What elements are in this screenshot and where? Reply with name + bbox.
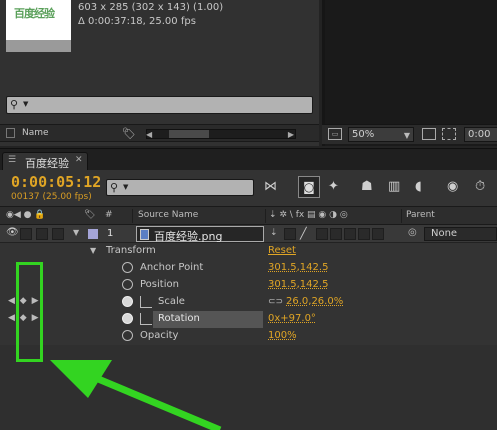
viewer-current-time[interactable]: 0:00 [464, 127, 497, 142]
switches-header[interactable]: ⇣ ✲ \ fx ▤ ◉ ◑ ◎ [269, 210, 348, 220]
frame-count: 00137 (25.00 fps) [11, 192, 92, 202]
property-row-scale[interactable]: ◀ ◆ ▶ Scale ⊂⊃ 26.0,26.0% [0, 294, 497, 311]
scroll-left-icon[interactable]: ◀ [146, 130, 152, 139]
graph-editor-icon[interactable]: ◉ [447, 179, 458, 195]
property-label: Position [140, 279, 179, 290]
layer-number-header[interactable]: # [105, 210, 113, 220]
stopwatch-icon[interactable] [122, 262, 133, 273]
audio-toggle[interactable] [20, 228, 32, 240]
solo-toggle[interactable] [36, 228, 48, 240]
graph-icon[interactable] [140, 313, 152, 325]
frame-blend-switch[interactable] [330, 228, 342, 240]
stopwatch-icon[interactable]: ⏱ [475, 179, 485, 195]
column-divider [401, 209, 402, 223]
source-name-header[interactable]: Source Name [138, 210, 198, 220]
chevron-down-icon: ▼ [403, 131, 410, 140]
project-column-header: Name 🏷 ◀ ▶ [0, 124, 319, 142]
search-icon: ⚲ [110, 181, 119, 194]
layer-row[interactable]: 👁 ▼ 1 百度经验.png ⇣ ╱ ◎ None [0, 225, 497, 243]
shy-layers-icon[interactable]: ☗ [361, 179, 373, 195]
label-column-icon[interactable]: 🏷 [84, 210, 95, 220]
column-toggle-icon[interactable] [6, 128, 15, 138]
property-row-position[interactable]: Position 301.5,142.5 [0, 277, 497, 294]
stopwatch-icon[interactable] [122, 296, 133, 307]
property-value[interactable]: 26.0,26.0% [286, 296, 343, 307]
timeline-tab-bar: ☰ 百度经验 ✕ [0, 148, 497, 171]
layer-column-header: ◉◀ ● 🔒 🏷 # Source Name ⇣ ✲ \ fx ▤ ◉ ◑ ◎ … [0, 206, 497, 225]
constrain-proportions-icon[interactable]: ⊂⊃ [268, 297, 283, 307]
pick-whip-icon[interactable]: ◎ [408, 227, 417, 238]
panel-menu-icon[interactable]: ☰ [8, 155, 16, 165]
transform-label: Transform [106, 245, 156, 256]
expand-triangle-icon[interactable]: ▼ [90, 246, 96, 255]
project-horizontal-scrollbar[interactable]: ◀ ▶ [146, 129, 296, 139]
scroll-right-icon[interactable]: ▶ [288, 130, 294, 139]
expand-triangle-icon[interactable]: ▼ [73, 228, 79, 237]
property-label: Rotation [158, 313, 200, 324]
graph-icon[interactable] [140, 296, 152, 308]
frame-blending-icon[interactable]: ▥ [388, 179, 400, 195]
motion-blur-icon[interactable]: ◖ [415, 179, 422, 195]
motion-blur-switch[interactable] [344, 228, 356, 240]
property-row-rotation[interactable]: ◀ ◆ ▶ Rotation 0x+97.0° [0, 311, 497, 328]
chevron-down-icon: ▼ [23, 100, 29, 108]
property-value[interactable]: 301.5,142.5 [268, 262, 328, 273]
chevron-down-icon: ▼ [123, 183, 129, 191]
viewer-toolbar: ▭ 50% ▼ 0:00 [322, 124, 497, 144]
composition-flowchart-button[interactable]: ◙ [298, 176, 320, 198]
property-value[interactable]: 0x+97.0° [268, 313, 316, 324]
close-icon[interactable]: ✕ [75, 155, 83, 165]
parent-header[interactable]: Parent [406, 210, 435, 220]
3d-layer-switch[interactable] [372, 228, 384, 240]
property-value[interactable]: 301.5,142.5 [268, 279, 328, 290]
title-safe-icon[interactable] [422, 128, 436, 140]
layer-name-field[interactable]: 百度经验.png [136, 226, 264, 243]
column-divider [265, 209, 266, 223]
parent-value: None [431, 228, 458, 239]
zoom-value: 50% [352, 129, 375, 140]
transform-group-row[interactable]: ▼ Transform Reset [0, 243, 497, 260]
property-label: Anchor Point [140, 262, 204, 273]
timeline-search-input[interactable]: ⚲ ▼ [106, 179, 254, 196]
annotation-arrow [50, 360, 222, 430]
scroll-thumb[interactable] [169, 130, 209, 138]
property-row-anchor-point[interactable]: Anchor Point 301.5,142.5 [0, 260, 497, 277]
footage-duration: Δ 0:00:37:18, 25.00 fps [78, 16, 196, 27]
current-time-display[interactable]: 0:00:05:12 [11, 173, 101, 191]
layer-name: 百度经验.png [154, 230, 223, 243]
lock-toggle[interactable] [52, 228, 64, 240]
search-icon: ⚲ [10, 98, 19, 111]
zoom-dropdown[interactable]: 50% ▼ [348, 127, 414, 142]
parent-dropdown[interactable]: None [424, 227, 497, 241]
layer-label-color[interactable] [88, 229, 98, 239]
draft-3d-icon[interactable]: ✦ [328, 179, 339, 195]
tab-composition[interactable]: ☰ 百度经验 ✕ [2, 152, 88, 171]
property-label: Scale [158, 296, 185, 307]
mini-flowchart-icon[interactable]: ⋈ [264, 179, 277, 195]
column-divider [132, 209, 133, 223]
stopwatch-icon[interactable] [122, 279, 133, 290]
collapse-switch[interactable] [284, 228, 296, 240]
reset-link[interactable]: Reset [268, 245, 296, 256]
shy-switch-icon[interactable]: ⇣ [270, 228, 278, 238]
label-tag-icon[interactable]: 🏷 [122, 127, 136, 140]
footage-dimensions: 603 x 285 (302 x 143) (1.00) [78, 2, 224, 13]
effect-switch[interactable] [316, 228, 328, 240]
thumbnail-logo: 百度经验 [14, 7, 55, 20]
footage-thumbnail: 百度经验 [6, 0, 71, 52]
column-name-label[interactable]: Name [22, 128, 49, 138]
video-visibility-icon[interactable]: 👁 [6, 227, 19, 238]
project-search-input[interactable]: ⚲ ▼ [6, 96, 313, 114]
project-panel: 百度经验 603 x 285 (302 x 143) (1.00) Δ 0:00… [0, 0, 319, 146]
tab-label: 百度经验 [25, 157, 69, 170]
image-file-icon [140, 229, 149, 240]
stopwatch-icon[interactable] [122, 313, 133, 324]
adjustment-switch[interactable] [358, 228, 370, 240]
region-of-interest-icon[interactable] [442, 128, 456, 140]
quality-switch-icon[interactable]: ╱ [300, 227, 307, 240]
always-preview-icon[interactable]: ▭ [328, 128, 342, 140]
layer-number: 1 [107, 228, 114, 239]
av-features-icons[interactable]: ◉◀ ● 🔒 [6, 210, 46, 220]
timeline-controls: 0:00:05:12 00137 (25.00 fps) ⚲ ▼ ⋈ ◙ ✦ ☗… [0, 170, 497, 206]
